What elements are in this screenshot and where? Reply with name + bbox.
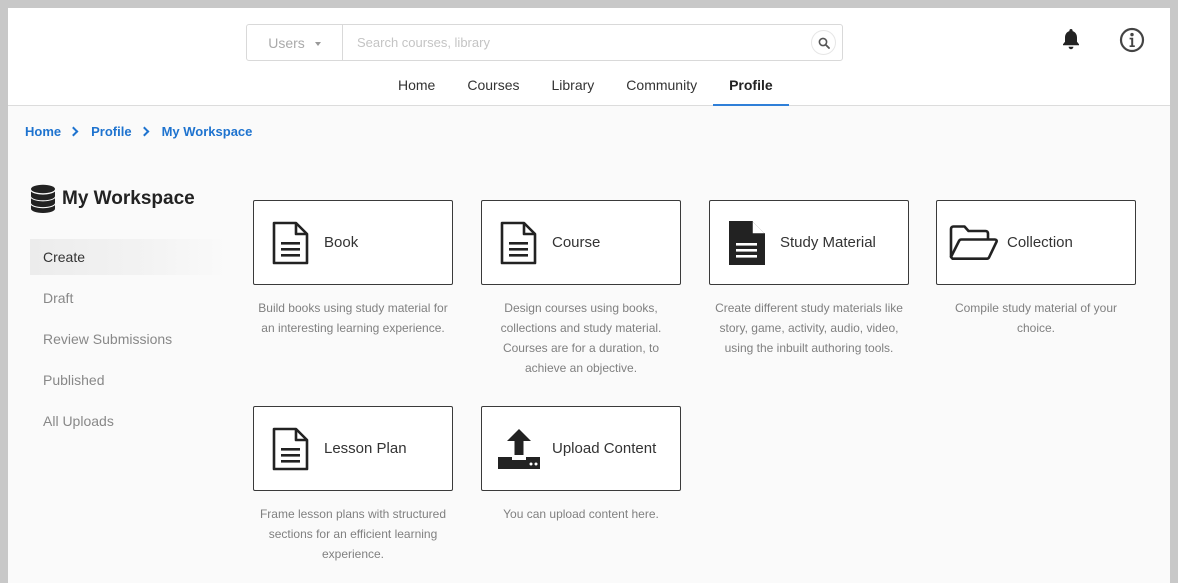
chevron-right-icon xyxy=(139,126,150,137)
card-description: Design courses using books, collections … xyxy=(500,301,662,375)
breadcrumb: Home Profile My Workspace xyxy=(25,124,252,139)
file-text-outline-icon xyxy=(272,427,309,470)
upload-content-card[interactable]: Upload Content xyxy=(481,406,681,491)
file-text-outline-icon xyxy=(272,221,309,264)
nav-library[interactable]: Library xyxy=(536,68,611,106)
card-label: Book xyxy=(324,234,359,251)
sidebar-item-review-submissions[interactable]: Review Submissions xyxy=(30,321,228,357)
create-book-card[interactable]: Book xyxy=(253,200,453,285)
search-filter-dropdown[interactable]: Users xyxy=(247,25,343,60)
card-label: Lesson Plan xyxy=(324,440,407,457)
card-description: Frame lesson plans with structured secti… xyxy=(259,507,447,561)
card-description: Create different study materials like st… xyxy=(715,301,903,355)
nav-community[interactable]: Community xyxy=(610,68,713,106)
database-icon xyxy=(31,184,55,213)
chevron-right-icon xyxy=(68,126,79,137)
file-text-solid-icon xyxy=(729,220,765,265)
card-label: Collection xyxy=(1007,234,1073,251)
workspace-sidebar: Create Draft Review Submissions Publishe… xyxy=(30,239,228,444)
breadcrumb-profile[interactable]: Profile xyxy=(91,124,131,139)
sidebar-item-published[interactable]: Published xyxy=(30,362,228,398)
card-description: You can upload content here. xyxy=(503,507,659,521)
sidebar-item-all-uploads[interactable]: All Uploads xyxy=(30,403,228,439)
search-filter-label: Users xyxy=(268,34,305,51)
search-input[interactable] xyxy=(357,25,797,60)
card-description: Build books using study material for an … xyxy=(258,301,448,335)
bell-icon xyxy=(1063,29,1079,50)
info-icon xyxy=(1119,27,1145,53)
sidebar-item-create[interactable]: Create xyxy=(30,239,228,275)
upload-icon xyxy=(498,428,540,469)
main-nav: Home Courses Library Community Profile xyxy=(382,68,789,106)
create-course-card[interactable]: Course xyxy=(481,200,681,285)
app-frame: Users Home xyxy=(8,8,1170,583)
card-label: Upload Content xyxy=(552,440,657,457)
card-description: Compile study material of your choice. xyxy=(954,301,1118,335)
create-study-material-card[interactable]: Study Material xyxy=(709,200,909,285)
folder-open-icon xyxy=(949,224,998,260)
nav-courses[interactable]: Courses xyxy=(451,68,535,106)
create-lesson-plan-card[interactable]: Lesson Plan xyxy=(253,406,453,491)
nav-home[interactable]: Home xyxy=(382,68,451,106)
header: Users Home xyxy=(8,8,1170,106)
sidebar-item-draft[interactable]: Draft xyxy=(30,280,228,316)
breadcrumb-home[interactable]: Home xyxy=(25,124,61,139)
workspace-title: My Workspace xyxy=(62,188,195,209)
caret-down-icon xyxy=(314,42,321,46)
info-button[interactable] xyxy=(1119,27,1145,58)
search-bar: Users xyxy=(246,24,843,61)
create-collection-card[interactable]: Collection xyxy=(936,200,1136,285)
card-label: Course xyxy=(552,234,601,251)
notifications-button[interactable] xyxy=(1060,27,1082,56)
file-text-outline-icon xyxy=(500,221,537,264)
card-label: Study Material xyxy=(780,234,876,251)
breadcrumb-workspace[interactable]: My Workspace xyxy=(162,124,253,139)
nav-profile[interactable]: Profile xyxy=(713,68,789,106)
search-button[interactable] xyxy=(811,30,836,55)
workspace-heading: My Workspace xyxy=(30,184,195,214)
search-icon xyxy=(818,37,830,49)
